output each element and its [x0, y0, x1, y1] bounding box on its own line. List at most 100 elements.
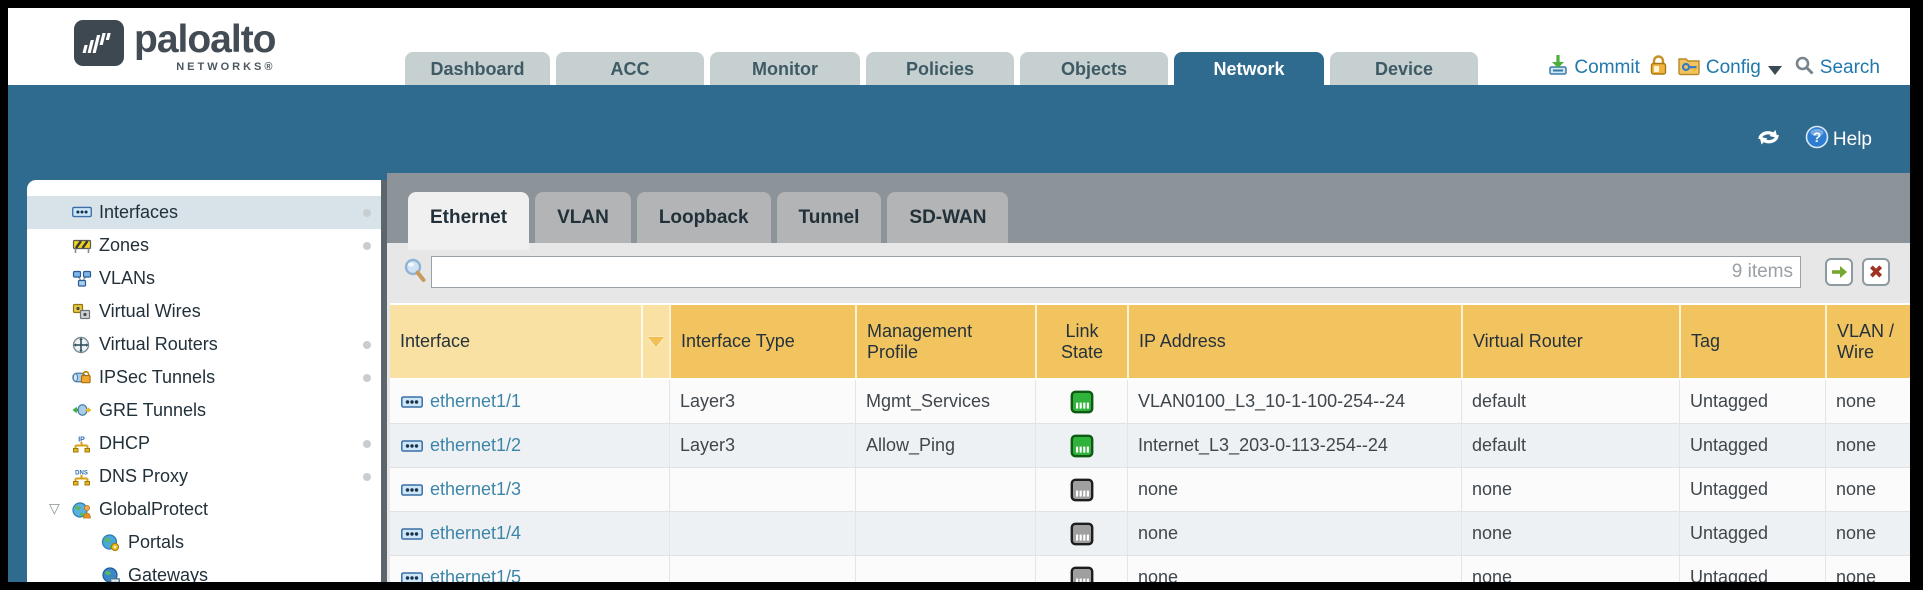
- sidebar-item-dhcp[interactable]: IP DHCP: [27, 427, 381, 460]
- sidebar-item-label: DHCP: [99, 433, 150, 454]
- col-header-management-profile[interactable]: Management Profile: [855, 305, 1035, 378]
- zones-icon: [72, 237, 92, 255]
- dhcp-icon: IP: [72, 435, 92, 453]
- cell-mgmt-profile: Mgmt_Services: [855, 380, 1035, 423]
- col-header-link-state[interactable]: Link State: [1035, 305, 1127, 378]
- subtab-vlan[interactable]: VLAN: [535, 192, 631, 243]
- cell-ip-address: none: [1127, 468, 1461, 511]
- sidebar-item-label: GRE Tunnels: [99, 400, 206, 421]
- vlans-icon: [72, 270, 92, 288]
- tab-objects[interactable]: Objects: [1020, 52, 1168, 85]
- cell-mgmt-profile: [855, 556, 1035, 582]
- cell-virtual-router: none: [1461, 512, 1679, 555]
- sidebar-item-virtual-routers[interactable]: Virtual Routers: [27, 328, 381, 361]
- subtab-ethernet[interactable]: Ethernet: [408, 192, 529, 250]
- sidebar-item-dns-proxy[interactable]: DNS DNS Proxy: [27, 460, 381, 493]
- table-row[interactable]: ethernet1/5 none none Untagged none: [390, 556, 1910, 582]
- sidebar-dot: [363, 440, 371, 448]
- interface-link[interactable]: ethernet1/3: [430, 479, 521, 500]
- tab-monitor[interactable]: Monitor: [710, 52, 860, 85]
- filter-input[interactable]: [431, 256, 1801, 288]
- sidebar-item-gre-tunnels[interactable]: GRE Tunnels: [27, 394, 381, 427]
- sidebar-item-label: Gateways: [128, 565, 208, 582]
- col-header-interface[interactable]: Interface: [390, 305, 641, 378]
- tab-acc[interactable]: ACC: [556, 52, 704, 85]
- cell-tag: Untagged: [1679, 468, 1825, 511]
- app-window: paloalto NETWORKS® Dashboard ACC Monitor…: [8, 8, 1910, 582]
- cell-vlan-wire: none: [1825, 556, 1910, 582]
- sidebar-item-label: VLANs: [99, 268, 155, 289]
- col-header-virtual-router[interactable]: Virtual Router: [1461, 305, 1679, 378]
- cell-interface-type: [669, 468, 855, 511]
- sidebar-item-globalprotect[interactable]: ▽ GlobalProtect: [27, 493, 381, 526]
- sidebar-item-vlans[interactable]: VLANs: [27, 262, 381, 295]
- config-dropdown[interactable]: Config: [1677, 54, 1786, 82]
- cell-ip-address: VLAN0100_L3_10-1-100-254--24: [1127, 380, 1461, 423]
- sidebar-dot: [363, 209, 371, 217]
- subtab-sdwan[interactable]: SD-WAN: [887, 192, 1008, 243]
- table-row[interactable]: ethernet1/2 Layer3 Allow_Ping Internet_L…: [390, 424, 1910, 468]
- sidebar-item-portals[interactable]: Portals: [27, 526, 381, 559]
- tab-dashboard[interactable]: Dashboard: [405, 52, 550, 85]
- refresh-icon[interactable]: [1756, 127, 1781, 153]
- config-icon: [1677, 54, 1701, 82]
- logo-wordmark: paloalto: [134, 20, 276, 59]
- filter-search-icon[interactable]: [403, 258, 427, 289]
- search-button[interactable]: Search: [1794, 55, 1880, 82]
- search-label: Search: [1820, 57, 1880, 79]
- ethernet-port-icon: [400, 570, 424, 583]
- sidebar-item-zones[interactable]: Zones: [27, 229, 381, 262]
- sidebar-item-virtual-wires[interactable]: Virtual Wires: [27, 295, 381, 328]
- top-bar: paloalto NETWORKS® Dashboard ACC Monitor…: [8, 8, 1910, 85]
- clear-x-icon: ✖: [1868, 262, 1883, 283]
- sidebar-item-gateways[interactable]: Gateways: [27, 559, 381, 582]
- tab-network[interactable]: Network: [1174, 52, 1324, 85]
- cell-tag: Untagged: [1679, 424, 1825, 467]
- commit-button[interactable]: Commit: [1547, 54, 1639, 82]
- network-sidebar: Interfaces Zones VLANs Vir: [27, 180, 381, 582]
- tab-policies[interactable]: Policies: [866, 52, 1014, 85]
- paloalto-logo: paloalto NETWORKS®: [74, 20, 276, 73]
- interface-link[interactable]: ethernet1/5: [430, 567, 521, 582]
- apply-filter-button[interactable]: [1825, 258, 1853, 286]
- config-label: Config: [1706, 57, 1761, 79]
- lock-icon[interactable]: [1648, 54, 1669, 82]
- cell-ip-address: none: [1127, 512, 1461, 555]
- subtab-tunnel[interactable]: Tunnel: [777, 192, 882, 243]
- column-sort-dropdown[interactable]: [641, 305, 669, 378]
- col-header-ip-address[interactable]: IP Address: [1127, 305, 1461, 378]
- link-state-icon: [1070, 434, 1094, 458]
- cell-mgmt-profile: [855, 468, 1035, 511]
- sidebar-dot: [363, 473, 371, 481]
- clear-filter-button[interactable]: ✖: [1862, 258, 1890, 286]
- link-state-icon: [1070, 566, 1094, 583]
- cell-interface-type: [669, 556, 855, 582]
- ipsec-tunnels-icon: [72, 369, 92, 387]
- cell-virtual-router: none: [1461, 468, 1679, 511]
- help-button[interactable]: ? Help: [1805, 125, 1872, 155]
- cell-interface-type: Layer3: [669, 424, 855, 467]
- table-row[interactable]: ethernet1/3 none none Untagged none: [390, 468, 1910, 512]
- cell-ip-address: none: [1127, 556, 1461, 582]
- cell-vlan-wire: none: [1825, 424, 1910, 467]
- sidebar-item-ipsec-tunnels[interactable]: IPSec Tunnels: [27, 361, 381, 394]
- sidebar-item-interfaces[interactable]: Interfaces: [27, 196, 381, 229]
- col-header-tag[interactable]: Tag: [1679, 305, 1825, 378]
- filter-toolbar: 9 items ✖: [387, 243, 1910, 303]
- subtab-loopback[interactable]: Loopback: [637, 192, 771, 243]
- interface-link[interactable]: ethernet1/1: [430, 391, 521, 412]
- interface-link[interactable]: ethernet1/2: [430, 435, 521, 456]
- cell-virtual-router: none: [1461, 556, 1679, 582]
- col-header-interface-type[interactable]: Interface Type: [669, 305, 855, 378]
- tab-device[interactable]: Device: [1330, 52, 1478, 85]
- collapse-arrow-icon[interactable]: ▽: [49, 501, 60, 517]
- link-state-icon: [1070, 390, 1094, 414]
- sidebar-item-label: Portals: [128, 532, 184, 553]
- body-region: Interfaces Zones VLANs Vir: [8, 173, 1910, 582]
- interface-link[interactable]: ethernet1/4: [430, 523, 521, 544]
- col-header-vlan-wire[interactable]: VLAN / Wire: [1825, 305, 1910, 378]
- ethernet-port-icon: [400, 438, 424, 454]
- sidebar-item-label: DNS Proxy: [99, 466, 188, 487]
- table-row[interactable]: ethernet1/4 none none Untagged none: [390, 512, 1910, 556]
- table-row[interactable]: ethernet1/1 Layer3 Mgmt_Services VLAN010…: [390, 380, 1910, 424]
